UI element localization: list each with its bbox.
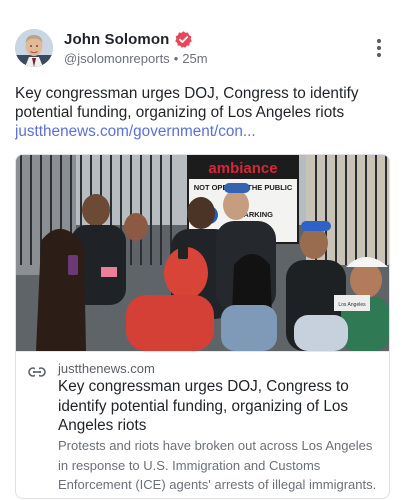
card-description: Protests and riots have broken out acros… — [58, 438, 377, 492]
card-title[interactable]: Key congressman urges DOJ, Congress to i… — [58, 377, 380, 436]
meta-separator: • — [173, 51, 179, 66]
verified-icon — [174, 30, 193, 49]
post-timestamp[interactable]: 25m — [182, 51, 207, 66]
author-name[interactable]: John Solomon — [64, 31, 169, 48]
more-vertical-icon[interactable] — [369, 36, 389, 60]
author-name-row: John Solomon — [64, 30, 193, 49]
link-preview-card[interactable]: ambiance NOT OPEN TO THE PUBLIC PARKING — [15, 154, 390, 499]
avatar[interactable] — [15, 29, 53, 67]
card-body: justthenews.com Key congressman urges DO… — [16, 351, 389, 498]
cap-text: Los Angeles — [338, 302, 366, 308]
card-domain: justthenews.com — [58, 361, 155, 376]
link-icon — [28, 365, 46, 377]
post-meta: @jsolomonreports • 25m — [64, 51, 208, 66]
post-link[interactable]: justthenews.com/government/con... — [15, 122, 393, 141]
post-text: Key congressman urges DOJ, Congress to i… — [15, 85, 359, 121]
preview-image: ambiance NOT OPEN TO THE PUBLIC PARKING — [16, 155, 389, 351]
author-handle[interactable]: @jsolomonreports — [64, 51, 170, 66]
sign-title-text: ambiance — [208, 160, 277, 177]
social-post: John Solomon @jsolomonreports • 25m Key … — [0, 0, 406, 500]
